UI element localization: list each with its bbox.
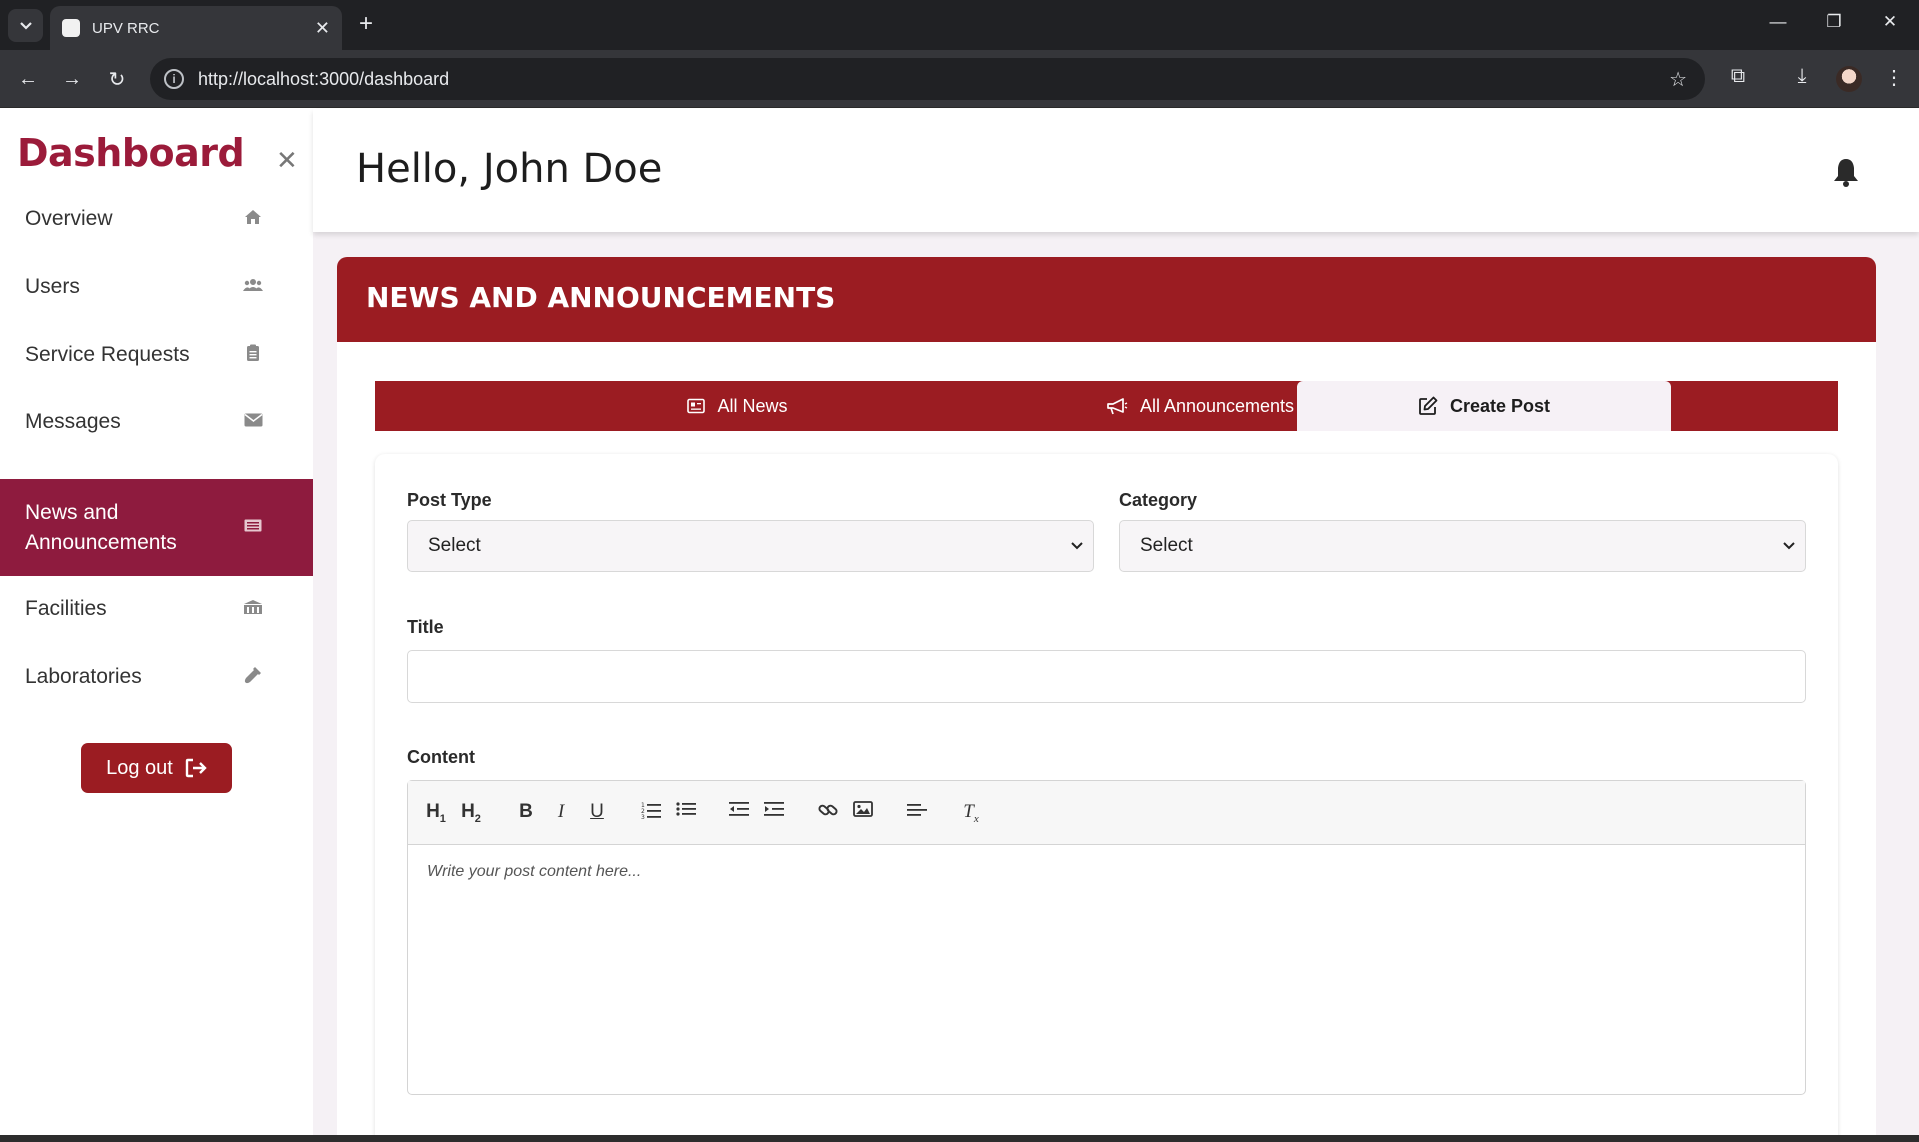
forward-icon[interactable]: →: [58, 65, 86, 93]
newspaper-icon: [243, 519, 263, 537]
sidebar-item-news-and-announcements[interactable]: News and Announcements: [0, 479, 313, 576]
tab-close-icon[interactable]: ✕: [315, 18, 330, 39]
new-tab-button[interactable]: +: [354, 12, 378, 36]
align-icon[interactable]: [904, 801, 930, 823]
editor-toolbar: H1 H2 B I U 123 Tx: [408, 781, 1805, 845]
sidebar: Dashboard ✕ Overview Users Service Reque…: [0, 109, 313, 1135]
post-type-value: Select: [428, 535, 481, 556]
window-close-icon[interactable]: ✕: [1878, 12, 1902, 32]
close-sidebar-icon[interactable]: ✕: [276, 145, 298, 176]
flask-icon: [243, 666, 263, 689]
minimize-icon[interactable]: —: [1766, 12, 1790, 32]
content-editor[interactable]: H1 H2 B I U 123 Tx Write your post conte…: [407, 780, 1806, 1095]
content-label: Content: [407, 747, 475, 767]
bell-icon[interactable]: [1833, 157, 1859, 187]
create-post-form: Post Type Select Category Select Title C…: [375, 454, 1838, 1142]
post-type-select[interactable]: Select: [407, 520, 1094, 572]
outdent-icon[interactable]: [726, 801, 752, 823]
chevron-down-icon: [1071, 542, 1083, 550]
profile-avatar[interactable]: [1836, 66, 1862, 92]
back-icon[interactable]: ←: [14, 65, 42, 93]
browser-tab-bar: UPV RRC ✕ + — ❐ ✕: [0, 0, 1919, 50]
sidebar-item-laboratories[interactable]: Laboratories: [0, 652, 313, 702]
sidebar-item-label: Users: [25, 275, 80, 298]
favicon-icon: [62, 19, 80, 37]
sidebar-item-users[interactable]: Users: [0, 262, 313, 312]
sidebar-item-overview[interactable]: Overview: [0, 194, 313, 244]
panel-title: NEWS AND ANNOUNCEMENTS: [366, 281, 836, 314]
users-icon: [243, 278, 263, 297]
content-placeholder: Write your post content here...: [427, 863, 642, 880]
logout-button[interactable]: Log out: [81, 743, 232, 793]
panel-tabs: All News All Announcements Create Post: [375, 381, 1838, 431]
sidebar-item-label: Laboratories: [25, 665, 142, 688]
sidebar-item-messages[interactable]: Messages: [0, 397, 313, 447]
sidebar-item-facilities[interactable]: Facilities: [0, 584, 313, 634]
tab-label: All Announcements: [1139, 395, 1295, 416]
sidebar-item-label: Service Requests: [25, 343, 190, 366]
envelope-icon: [243, 413, 263, 432]
top-header: Hello, John Doe: [313, 109, 1919, 232]
underline-button[interactable]: U: [584, 801, 610, 823]
heading1-button[interactable]: H1: [423, 801, 449, 825]
window-bottom-border: [0, 1135, 1919, 1142]
tab-label: All News: [717, 395, 788, 416]
title-input[interactable]: [407, 650, 1806, 703]
tab-search-button[interactable]: [8, 9, 43, 42]
tab-create-post[interactable]: Create Post: [1297, 381, 1671, 431]
building-icon: [243, 599, 263, 620]
browser-menu-icon[interactable]: ⋮: [1880, 65, 1908, 90]
restore-icon[interactable]: ❐: [1822, 12, 1846, 32]
logout-label: Log out: [106, 756, 173, 779]
download-icon[interactable]: ⤓: [1788, 65, 1816, 88]
extensions-icon[interactable]: ⧉: [1724, 65, 1752, 88]
tab-title: UPV RRC: [92, 19, 160, 37]
italic-button[interactable]: I: [548, 801, 574, 823]
bullet-list-icon[interactable]: [673, 801, 699, 823]
category-label: Category: [1119, 490, 1198, 510]
site-info-icon[interactable]: i: [164, 69, 184, 89]
ordered-list-icon[interactable]: 123: [638, 801, 664, 825]
browser-toolbar: ← → ↻ i http://localhost:3000/dashboard …: [0, 50, 1919, 108]
main-content: Hello, John Doe NEWS AND ANNOUNCEMENTS A…: [313, 109, 1919, 1142]
newspaper-icon: [687, 398, 706, 414]
bold-button[interactable]: B: [513, 801, 539, 823]
home-icon: [243, 209, 263, 230]
browser-tab[interactable]: UPV RRC ✕: [50, 6, 342, 50]
sidebar-item-label: Overview: [25, 207, 113, 230]
heading2-button[interactable]: H2: [458, 801, 484, 825]
page-greeting: Hello, John Doe: [356, 146, 663, 192]
link-icon[interactable]: [815, 801, 841, 825]
sign-out-icon: [185, 758, 207, 778]
tab-label: Create Post: [1449, 395, 1551, 416]
clipboard-icon: [243, 344, 263, 367]
address-bar[interactable]: i http://localhost:3000/dashboard ☆: [150, 58, 1705, 100]
brand-title: Dashboard: [17, 131, 245, 175]
news-panel: NEWS AND ANNOUNCEMENTS All News All Anno…: [337, 257, 1876, 1142]
clear-format-button[interactable]: Tx: [958, 801, 984, 825]
category-select[interactable]: Select: [1119, 520, 1806, 572]
category-value: Select: [1140, 535, 1193, 556]
url-text: http://localhost:3000/dashboard: [198, 68, 450, 89]
sidebar-item-label: Facilities: [25, 597, 107, 620]
svg-text:3: 3: [641, 814, 645, 819]
panel-header: NEWS AND ANNOUNCEMENTS: [337, 257, 1876, 342]
image-icon[interactable]: [850, 801, 876, 823]
reload-icon[interactable]: ↻: [103, 65, 131, 93]
bookmark-star-icon[interactable]: ☆: [1669, 67, 1687, 92]
sidebar-item-service-requests[interactable]: Service Requests: [0, 330, 313, 380]
chevron-down-icon: [1783, 542, 1795, 550]
megaphone-icon: [1107, 398, 1128, 415]
title-label: Title: [407, 617, 444, 637]
sidebar-item-label: Messages: [25, 410, 121, 433]
post-type-label: Post Type: [407, 490, 492, 510]
edit-icon: [1419, 396, 1438, 415]
chevron-down-icon: [19, 21, 32, 30]
sidebar-item-label: News and Announcements: [25, 500, 177, 554]
indent-icon[interactable]: [761, 801, 787, 823]
